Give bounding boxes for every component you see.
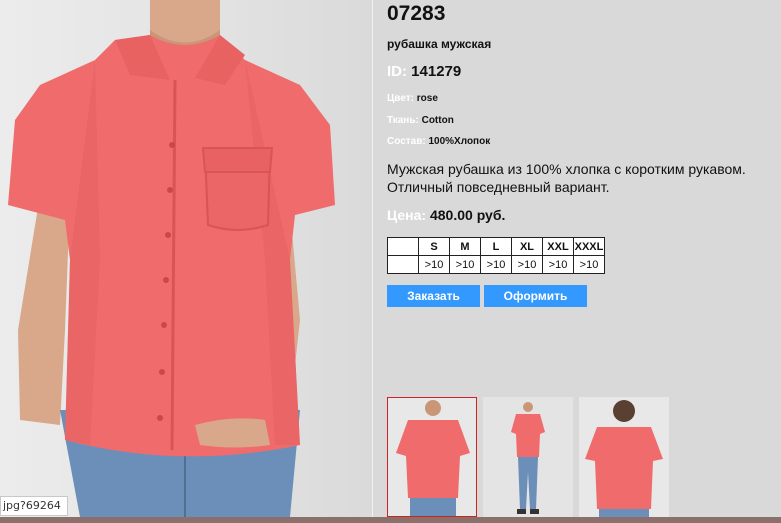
bottom-strip [0, 517, 781, 523]
size-header-row: S M L XL XXL XXXL [387, 237, 605, 256]
attr-color: Цвет: rose [387, 93, 438, 104]
attr-fabric-value: Cotton [421, 115, 454, 126]
attr-color-value: rose [416, 93, 438, 104]
size-header-l: L [480, 237, 512, 256]
thumbnail-back[interactable] [579, 397, 669, 517]
size-corner-cell [387, 237, 419, 256]
size-table: S M L XL XXL XXXL >10 >10 >10 >10 >10 >1… [387, 237, 605, 274]
thumbnail-front[interactable] [387, 397, 477, 517]
stock-xl: >10 [511, 255, 543, 274]
size-header-xxl: XXL [542, 237, 574, 256]
checkout-button[interactable]: Оформить [484, 285, 587, 307]
attr-fabric: Ткань: Cotton [387, 115, 454, 126]
thumbnail-back-image [579, 397, 669, 517]
attr-composition-label: Состав: [387, 136, 426, 147]
size-header-s: S [418, 237, 450, 256]
status-url-tooltip: jpg?69264 [0, 496, 68, 516]
attr-composition-value: 100%Хлопок [428, 136, 491, 147]
order-button[interactable]: Заказать [387, 285, 480, 307]
size-header-xxxl: XXXL [573, 237, 605, 256]
product-price: Цена: 480.00 руб. [387, 207, 505, 223]
thumbnail-front-image [388, 398, 476, 516]
id-value: 141279 [411, 63, 462, 80]
id-label: ID: [387, 63, 407, 80]
thumbnail-full-image [483, 397, 573, 517]
product-subtitle: рубашка мужская [387, 37, 492, 51]
attr-color-label: Цвет: [387, 93, 414, 104]
size-stock-row: >10 >10 >10 >10 >10 >10 [387, 255, 605, 274]
product-description: Мужская рубашка из 100% хлопка с коротки… [387, 161, 746, 195]
attr-composition: Состав: 100%Хлопок [387, 136, 490, 147]
attr-fabric-label: Ткань: [387, 115, 419, 126]
stock-s: >10 [418, 255, 450, 274]
product-id: ID: 141279 [387, 63, 461, 80]
price-value: 480.00 руб. [429, 207, 506, 223]
size-header-xl: XL [511, 237, 543, 256]
stock-corner-cell [387, 255, 419, 274]
stock-m: >10 [449, 255, 481, 274]
stock-l: >10 [480, 255, 512, 274]
shirt-model-image [8, 0, 335, 517]
product-article: 07283 [387, 2, 446, 25]
price-label: Цена: [387, 207, 427, 223]
stock-xxxl: >10 [573, 255, 605, 274]
main-product-photo[interactable]: jpg?69264 [0, 0, 373, 517]
thumbnail-full[interactable] [483, 397, 573, 517]
stock-xxl: >10 [542, 255, 574, 274]
size-header-m: M [449, 237, 481, 256]
